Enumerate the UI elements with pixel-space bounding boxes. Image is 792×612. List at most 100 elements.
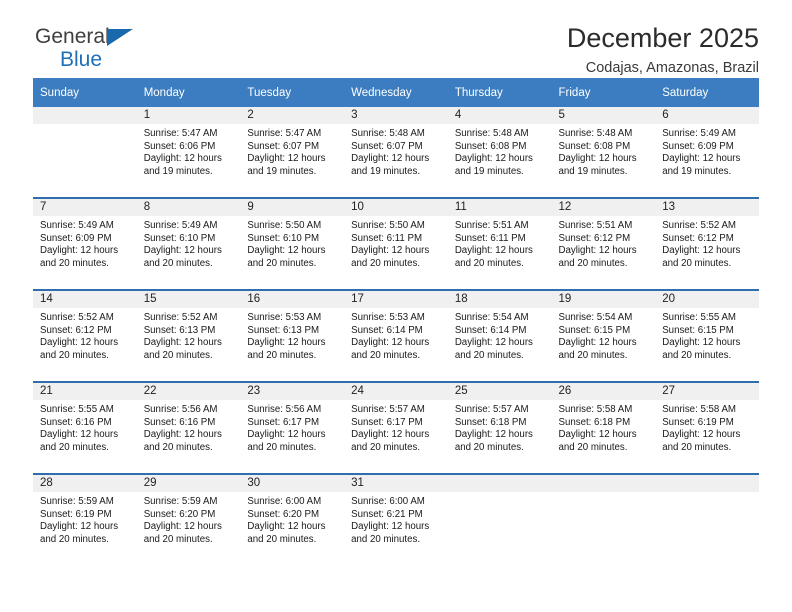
calendar-day-cell[interactable]: 25 Sunrise: 5:57 AM Sunset: 6:18 PM Dayligh… [447, 381, 552, 474]
calendar-day-cell[interactable]: 2 Sunrise: 5:47 AM Sunset: 6:07 PM Daylight… [240, 107, 345, 198]
calendar-day-cell[interactable]: 30 Sunrise: 6:00 AM Sunset: 6:20 PM Dayligh… [240, 473, 345, 565]
calendar-day-cell[interactable]: 6 Sunrise: 5:49 AM Sunset: 6:09 PM Daylight… [655, 107, 759, 198]
daylight-text-line1: Daylight: 12 hours [454, 337, 533, 349]
daylight-text-line1: Daylight: 12 hours [662, 153, 741, 165]
calendar-day-cell[interactable]: 11 Sunrise: 5:51 AM Sunset: 6:11 PM Dayligh… [447, 197, 552, 290]
calendar-day-cell[interactable]: 10 Sunrise: 5:50 AM Sunset: 6:11 PM Dayligh… [344, 197, 448, 290]
day-number: 11 [447, 199, 552, 216]
sunrise-text: Sunrise: 5:56 AM [143, 404, 218, 415]
calendar-day-cell[interactable]: 27 Sunrise: 5:58 AM Sunset: 6:19 PM Dayligh… [655, 381, 759, 474]
daylight-text-line2: and 20 minutes. [558, 349, 628, 361]
weekday-header-saturday: Saturday [655, 78, 759, 107]
sunrise-text: Sunrise: 5:58 AM [558, 404, 633, 415]
sunset-text: Sunset: 6:16 PM [40, 416, 112, 428]
calendar-day-cell[interactable]: 3 Sunrise: 5:48 AM Sunset: 6:07 PM Daylight… [344, 107, 448, 198]
calendar-day-cell[interactable]: 5 Sunrise: 5:48 AM Sunset: 6:08 PM Daylight… [551, 107, 656, 198]
daylight-text-line1: Daylight: 12 hours [558, 153, 637, 165]
daylight-text-line2: and 20 minutes. [143, 533, 213, 545]
calendar-body: 1 Sunrise: 5:47 AM Sunset: 6:06 PM Daylight… [33, 107, 759, 565]
day-details: Sunrise: 5:48 AM Sunset: 6:08 PM Daylight:… [552, 124, 656, 178]
calendar-day-cell[interactable]: 19 Sunrise: 5:54 AM Sunset: 6:15 PM Dayligh… [551, 289, 656, 382]
calendar-day-cell[interactable]: 14 Sunrise: 5:52 AM Sunset: 6:12 PM Dayligh… [33, 289, 137, 382]
day-number: 15 [136, 291, 241, 308]
calendar-day-cell[interactable]: 29 Sunrise: 5:59 AM Sunset: 6:20 PM Dayligh… [136, 473, 241, 565]
daylight-text-line2: and 19 minutes. [558, 165, 628, 177]
calendar-day-cell[interactable]: 13 Sunrise: 5:52 AM Sunset: 6:12 PM Dayligh… [655, 197, 759, 290]
daylight-text-line1: Daylight: 12 hours [351, 337, 430, 349]
calendar-day-cell[interactable]: 8 Sunrise: 5:49 AM Sunset: 6:10 PM Daylight… [136, 197, 241, 290]
day-details: Sunrise: 5:49 AM Sunset: 6:09 PM Daylight:… [33, 216, 137, 270]
calendar-table: Sunday Monday Tuesday Wednesday Thursday… [33, 78, 759, 565]
calendar-day-cell[interactable]: 20 Sunrise: 5:55 AM Sunset: 6:15 PM Dayligh… [655, 289, 759, 382]
daylight-text-line2: and 20 minutes. [351, 533, 421, 545]
day-details: Sunrise: 5:54 AM Sunset: 6:14 PM Daylight:… [448, 308, 552, 362]
calendar-day-cell[interactable]: 23 Sunrise: 5:56 AM Sunset: 6:17 PM Dayligh… [240, 381, 345, 474]
sunrise-text: Sunrise: 5:48 AM [454, 128, 529, 139]
calendar-day-cell[interactable]: 22 Sunrise: 5:56 AM Sunset: 6:16 PM Dayligh… [136, 381, 241, 474]
sunrise-text: Sunrise: 5:57 AM [454, 404, 529, 415]
daylight-text-line1: Daylight: 12 hours [247, 153, 326, 165]
brand-logo[interactable]: General Blue [35, 26, 235, 76]
sunrise-text: Sunrise: 5:52 AM [662, 220, 736, 231]
calendar-day-cell[interactable]: 26 Sunrise: 5:58 AM Sunset: 6:18 PM Dayligh… [551, 381, 656, 474]
sunset-text: Sunset: 6:13 PM [247, 324, 320, 336]
sunset-text: Sunset: 6:20 PM [247, 508, 320, 520]
day-number: 3 [344, 107, 448, 124]
daylight-text-line2: and 19 minutes. [351, 165, 421, 177]
sunset-text: Sunset: 6:19 PM [40, 508, 112, 520]
sunrise-text: Sunrise: 5:48 AM [351, 128, 425, 139]
daylight-text-line2: and 20 minutes. [247, 257, 317, 269]
daylight-text-line2: and 20 minutes. [351, 257, 421, 269]
calendar-day-cell[interactable]: 7 Sunrise: 5:49 AM Sunset: 6:09 PM Daylight… [33, 197, 137, 290]
calendar-week-row: 14 Sunrise: 5:52 AM Sunset: 6:12 PM Dayligh… [33, 289, 759, 382]
calendar-day-cell[interactable]: 31 Sunrise: 6:00 AM Sunset: 6:21 PM Dayligh… [344, 473, 448, 565]
day-number: 29 [136, 475, 241, 492]
day-number: 21 [33, 383, 137, 400]
calendar-day-cell[interactable]: 24 Sunrise: 5:57 AM Sunset: 6:17 PM Dayligh… [344, 381, 448, 474]
daylight-text-line2: and 20 minutes. [143, 441, 213, 453]
day-number: 18 [447, 291, 552, 308]
day-details: Sunrise: 5:51 AM Sunset: 6:12 PM Daylight:… [552, 216, 656, 270]
day-details: Sunrise: 5:53 AM Sunset: 6:13 PM Daylight:… [240, 308, 344, 362]
calendar-day-cell[interactable]: 9 Sunrise: 5:50 AM Sunset: 6:10 PM Daylight… [240, 197, 345, 290]
day-details: Sunrise: 5:52 AM Sunset: 6:12 PM Daylight:… [33, 308, 137, 362]
day-details: Sunrise: 5:47 AM Sunset: 6:06 PM Daylight:… [137, 124, 241, 178]
day-number: 26 [551, 383, 656, 400]
sunset-text: Sunset: 6:21 PM [351, 508, 423, 520]
day-details: Sunrise: 5:57 AM Sunset: 6:18 PM Daylight:… [448, 400, 552, 454]
calendar-day-cell[interactable]: 21 Sunrise: 5:55 AM Sunset: 6:16 PM Dayligh… [33, 381, 137, 474]
calendar-page: General Blue December 2025 Codajas, Amaz… [0, 0, 792, 612]
sunrise-text: Sunrise: 5:52 AM [40, 312, 114, 323]
calendar-day-cell[interactable]: 15 Sunrise: 5:52 AM Sunset: 6:13 PM Dayligh… [136, 289, 241, 382]
day-details: Sunrise: 5:50 AM Sunset: 6:11 PM Daylight:… [344, 216, 448, 270]
day-number: 4 [447, 107, 552, 124]
sunset-text: Sunset: 6:14 PM [454, 324, 527, 336]
daylight-text-line1: Daylight: 12 hours [558, 337, 637, 349]
calendar-day-cell[interactable]: 16 Sunrise: 5:53 AM Sunset: 6:13 PM Dayligh… [240, 289, 345, 382]
calendar-day-cell[interactable]: 1 Sunrise: 5:47 AM Sunset: 6:06 PM Daylight… [136, 107, 241, 198]
daylight-text-line1: Daylight: 12 hours [40, 429, 119, 441]
calendar-day-cell[interactable]: 12 Sunrise: 5:51 AM Sunset: 6:12 PM Dayligh… [551, 197, 656, 290]
day-details: Sunrise: 6:00 AM Sunset: 6:20 PM Daylight:… [240, 492, 344, 546]
sunrise-text: Sunrise: 5:48 AM [558, 128, 633, 139]
sunset-text: Sunset: 6:09 PM [662, 140, 734, 152]
weekday-header-sunday: Sunday [33, 78, 137, 107]
daylight-text-line2: and 19 minutes. [143, 165, 213, 177]
daylight-text-line2: and 20 minutes. [143, 257, 213, 269]
sunrise-text: Sunrise: 5:49 AM [40, 220, 114, 231]
calendar-day-cell[interactable]: 17 Sunrise: 5:53 AM Sunset: 6:14 PM Dayligh… [344, 289, 448, 382]
daylight-text-line1: Daylight: 12 hours [40, 337, 119, 349]
day-number [33, 107, 137, 124]
calendar-day-cell[interactable]: 4 Sunrise: 5:48 AM Sunset: 6:08 PM Daylight… [447, 107, 552, 198]
day-details: Sunrise: 5:48 AM Sunset: 6:08 PM Daylight:… [448, 124, 552, 178]
sunrise-text: Sunrise: 5:59 AM [143, 496, 218, 507]
calendar-day-cell[interactable]: 18 Sunrise: 5:54 AM Sunset: 6:14 PM Dayligh… [447, 289, 552, 382]
day-details: Sunrise: 5:57 AM Sunset: 6:17 PM Daylight:… [344, 400, 448, 454]
calendar-day-cell-empty [551, 473, 656, 565]
sunrise-text: Sunrise: 5:51 AM [558, 220, 633, 231]
calendar-day-cell[interactable]: 28 Sunrise: 5:59 AM Sunset: 6:19 PM Dayligh… [33, 473, 137, 565]
day-number: 17 [344, 291, 448, 308]
daylight-text-line2: and 20 minutes. [247, 533, 317, 545]
sunset-text: Sunset: 6:07 PM [247, 140, 320, 152]
calendar-week-row: 21 Sunrise: 5:55 AM Sunset: 6:16 PM Dayligh… [33, 381, 759, 474]
